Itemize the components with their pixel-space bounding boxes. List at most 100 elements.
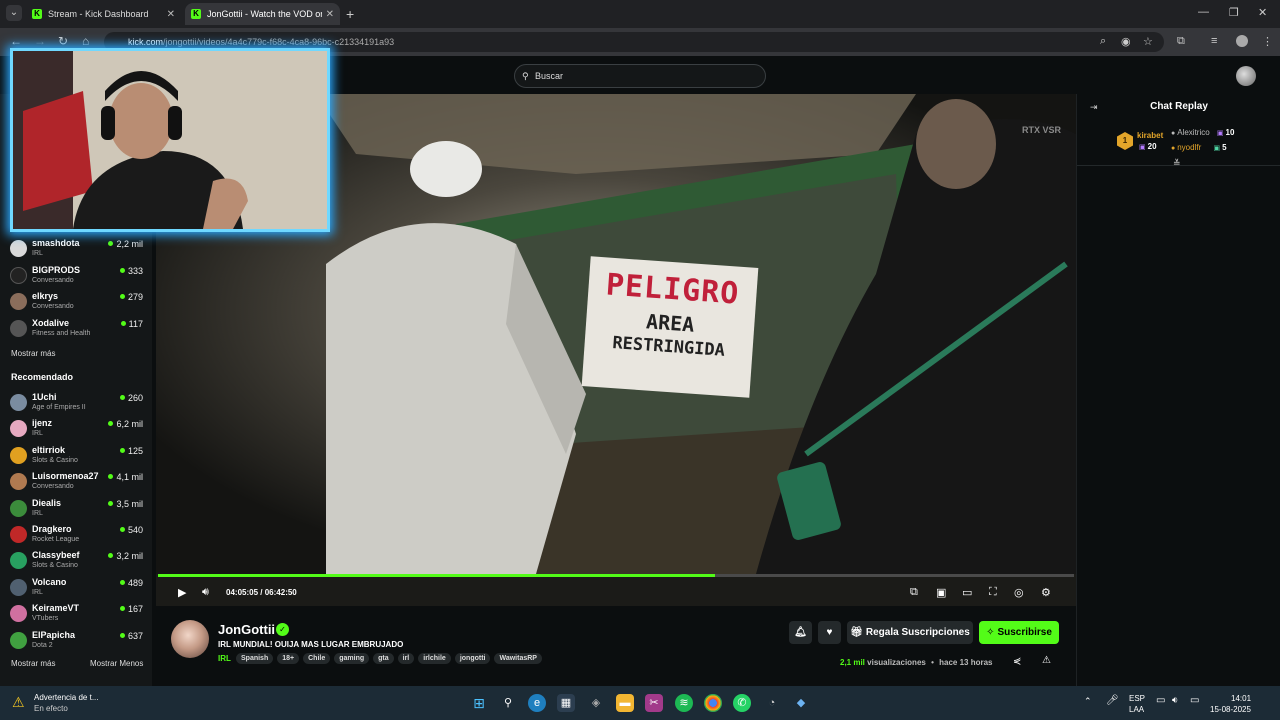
- tab-search-button[interactable]: ⌄: [6, 5, 22, 21]
- profile-avatar[interactable]: [1236, 35, 1248, 47]
- more-menu-icon[interactable]: ⋮: [1262, 35, 1273, 48]
- restore-icon[interactable]: ❐: [1229, 6, 1239, 19]
- channel-name: Dragkero: [32, 524, 72, 534]
- sidebar-channel-luisormenoa27[interactable]: Luisormenoa27 Conversando 4,1 mil: [10, 469, 146, 493]
- tag-chip[interactable]: Chile: [303, 653, 331, 664]
- sidebar-channel-elkrys[interactable]: elkrys Conversando 279: [10, 289, 146, 313]
- sidebar-channel-keiramevt[interactable]: KeirameVT VTubers 167: [10, 601, 146, 625]
- file-explorer-icon[interactable]: ▬: [616, 694, 634, 712]
- warning-notification-icon[interactable]: ⚠: [12, 694, 25, 711]
- viewer-count: 637: [119, 631, 143, 641]
- gifter-kirabet[interactable]: kirabet: [1137, 131, 1163, 140]
- clock-time[interactable]: 14:01: [1231, 694, 1251, 703]
- clip-icon[interactable]: ▣: [936, 586, 946, 599]
- store-icon[interactable]: ▦: [557, 694, 575, 712]
- sidebar-channel-classybeef[interactable]: Classybeef Slots & Casino 3,2 mil: [10, 548, 146, 572]
- sidebar-channel-1uchi[interactable]: 1Uchi Age of Empires II 260: [10, 390, 146, 414]
- settings-gear-icon[interactable]: ⚙: [1041, 586, 1051, 599]
- stream-category[interactable]: IRL: [218, 654, 231, 663]
- home-icon[interactable]: ⌂: [82, 34, 89, 48]
- snipping-tool-icon[interactable]: ✂: [645, 694, 663, 712]
- playback-speed-icon[interactable]: ◎: [1014, 586, 1024, 599]
- notification-bell-button[interactable]: 🔔︎: [789, 621, 812, 644]
- sidebar-channel-volcano[interactable]: Volcano IRL 489: [10, 575, 146, 599]
- tag-chip[interactable]: gta: [373, 653, 394, 664]
- gifter-alexitrico[interactable]: ● Alexitrico ▣ 10: [1171, 128, 1234, 137]
- obs-icon[interactable]: ◔: [763, 694, 781, 712]
- channel-avatar: [10, 420, 27, 438]
- streamer-name[interactable]: JonGottii: [218, 622, 275, 637]
- follow-heart-button[interactable]: ♥: [818, 621, 841, 644]
- sidebar-channel-diealis[interactable]: Diealis IRL 3,5 mil: [10, 496, 146, 520]
- tag-chip[interactable]: WawitasRP: [494, 653, 542, 664]
- reload-icon[interactable]: ↻: [58, 34, 68, 48]
- search-placeholder: Buscar: [535, 71, 564, 81]
- reading-list-icon[interactable]: ≡: [1211, 35, 1217, 47]
- spotify-icon[interactable]: ≋: [675, 694, 693, 712]
- tag-chip[interactable]: gaming: [334, 653, 370, 664]
- volume-icon[interactable]: 🔊︎: [202, 586, 209, 599]
- expand-gifters-icon[interactable]: ≚: [1173, 158, 1181, 169]
- network-icon[interactable]: ▭: [1156, 695, 1165, 706]
- share-icon[interactable]: ⋞: [1013, 656, 1021, 667]
- language-code[interactable]: ESP: [1129, 694, 1145, 703]
- whatsapp-icon[interactable]: ✆: [733, 694, 751, 712]
- keyboard-layout[interactable]: LAA: [1129, 705, 1144, 714]
- eye-icon[interactable]: ◉: [1121, 35, 1131, 48]
- extensions-icon[interactable]: ⧉: [1177, 35, 1185, 48]
- show-more-link[interactable]: Mostrar más: [11, 349, 55, 358]
- windows-start-icon[interactable]: ⊞: [470, 694, 488, 712]
- play-icon[interactable]: ▶: [178, 586, 186, 599]
- app-icon[interactable]: ◈: [587, 694, 605, 712]
- sidebar-channel-elpapicha[interactable]: ElPapicha Dota 2 637: [10, 628, 146, 652]
- tag-chip[interactable]: Spanish: [236, 653, 274, 664]
- gift-subs-button[interactable]: 🎁︎ Regala Suscripciones: [847, 621, 973, 644]
- minimize-icon[interactable]: —: [1198, 6, 1209, 18]
- bookmark-star-icon[interactable]: ☆: [1143, 35, 1153, 48]
- miniplayer-icon[interactable]: ⧉: [910, 586, 918, 599]
- search-input[interactable]: ⚲ Buscar: [514, 64, 766, 88]
- viewer-count: 6,2 mil: [108, 419, 143, 429]
- sidebar-channel-dragkero[interactable]: Dragkero Rocket League 540: [10, 522, 146, 546]
- window-close-icon[interactable]: ✕: [1258, 6, 1267, 19]
- gift-icon: ▣: [1139, 144, 1146, 151]
- sidebar-channel-smashdota[interactable]: smashdota IRL 2,2 mil: [10, 236, 146, 260]
- browser-tab-vod[interactable]: K JonGottii - Watch the VOD on K ✕: [185, 3, 340, 25]
- microphone-icon[interactable]: 🎤︎: [1106, 695, 1119, 706]
- theater-mode-icon[interactable]: ▭: [962, 586, 972, 599]
- sidebar-channel-bigprods[interactable]: BIGPRODS Conversando 333: [10, 263, 146, 287]
- gifter-nyodlfr[interactable]: ● nyodlfr ▣ 5: [1171, 143, 1227, 152]
- battery-icon[interactable]: ▭: [1190, 695, 1199, 706]
- viewer-count: 3,2 mil: [108, 551, 143, 561]
- new-tab-icon[interactable]: +: [346, 6, 354, 22]
- chrome-icon[interactable]: [704, 694, 722, 712]
- notification-title[interactable]: Advertencia de t...: [34, 693, 98, 702]
- tag-chip[interactable]: irl: [397, 653, 415, 664]
- back-icon[interactable]: ←: [10, 34, 22, 48]
- fullscreen-icon[interactable]: ⛶: [989, 586, 997, 599]
- close-tab-icon[interactable]: ✕: [326, 9, 334, 20]
- user-avatar[interactable]: [1236, 66, 1256, 86]
- sidebar-channel-ijenz[interactable]: ijenz IRL 6,2 mil: [10, 416, 146, 440]
- sidebar-channel-xodalive[interactable]: Xodalive Fitness and Health 117: [10, 316, 146, 340]
- tag-chip[interactable]: jongotti: [454, 653, 491, 664]
- streamer-avatar[interactable]: [171, 620, 209, 658]
- sidebar-channel-eltirriok[interactable]: eltirriok Slots & Casino 125: [10, 443, 146, 467]
- tray-chevron-icon[interactable]: ⌃: [1084, 696, 1092, 707]
- edge-icon[interactable]: e: [528, 694, 546, 712]
- clock-date[interactable]: 15-08-2025: [1210, 705, 1251, 714]
- show-less-link[interactable]: Mostrar Menos: [90, 659, 143, 668]
- progress-bar[interactable]: [158, 574, 1074, 577]
- tag-chip[interactable]: 18+: [277, 653, 300, 664]
- close-tab-icon[interactable]: ✕: [167, 9, 175, 20]
- speaker-icon[interactable]: 🔉︎: [1172, 695, 1178, 706]
- show-more-bottom-link[interactable]: Mostrar más: [11, 659, 55, 668]
- tag-chip[interactable]: irlchile: [418, 653, 451, 664]
- forward-icon[interactable]: →: [34, 34, 46, 48]
- steam-icon[interactable]: ◆: [792, 694, 810, 712]
- search-taskbar-icon[interactable]: ⚲: [499, 694, 517, 712]
- zoom-icon[interactable]: ⌕: [1100, 35, 1106, 48]
- browser-tab-dashboard[interactable]: K Stream - Kick Dashboard ✕: [26, 3, 181, 25]
- subscribe-button[interactable]: ✧ Suscribirse: [979, 621, 1059, 644]
- report-warning-icon[interactable]: ⚠: [1042, 655, 1051, 666]
